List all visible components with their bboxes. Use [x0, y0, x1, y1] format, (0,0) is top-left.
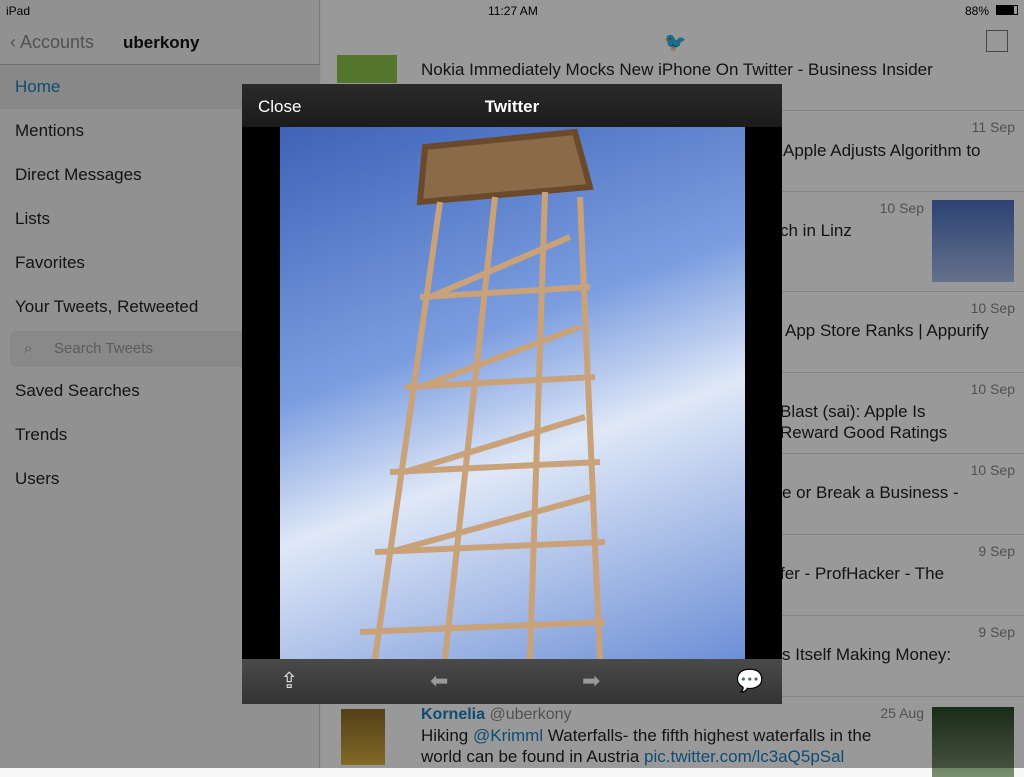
photo-viewer: Close Twitter ⇪ ⬅ ➡ 💬 — [242, 84, 782, 704]
comment-icon[interactable]: 💬 — [736, 668, 763, 694]
photo — [280, 127, 745, 659]
viewer-toolbar: ⇪ ⬅ ➡ 💬 — [242, 659, 782, 704]
previous-arrow-icon[interactable]: ⬅ — [430, 668, 448, 694]
tower-image — [359, 128, 606, 659]
next-arrow-icon[interactable]: ➡ — [582, 668, 600, 694]
modal-title: Twitter — [484, 97, 540, 116]
share-icon[interactable]: ⇪ — [280, 668, 298, 694]
